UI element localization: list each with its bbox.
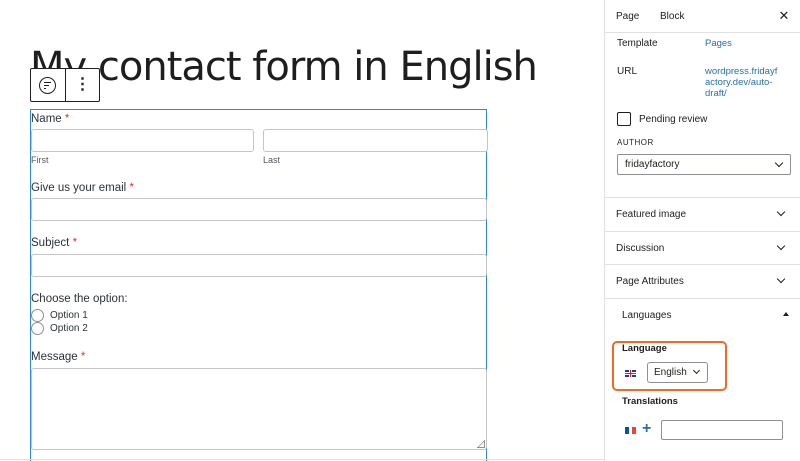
tab-block[interactable]: Block <box>660 0 684 33</box>
french-flag-icon <box>625 427 637 434</box>
language-label: Language <box>622 343 667 354</box>
pending-review-label: Pending review <box>639 114 708 125</box>
radio-option-2[interactable]: Option 2 <box>31 322 88 335</box>
close-icon[interactable]: ✕ <box>776 8 792 24</box>
last-sublabel: Last <box>263 155 281 165</box>
translation-search-input[interactable] <box>661 420 783 440</box>
choose-option-label: Choose the option: <box>31 293 128 305</box>
email-input[interactable] <box>31 198 487 221</box>
block-options-button[interactable]: ⋮ <box>64 69 99 101</box>
pending-review-checkbox[interactable] <box>617 112 631 126</box>
url-label: URL <box>617 66 638 77</box>
panel-featured-image[interactable]: Featured image <box>605 197 800 231</box>
chevron-down-icon <box>776 241 786 251</box>
resize-grip-icon[interactable] <box>477 440 485 448</box>
add-translation-button[interactable]: + <box>642 421 651 437</box>
required-mark: * <box>72 237 78 249</box>
sidebar-tabs: Page Block ✕ <box>605 0 800 33</box>
required-mark: * <box>80 351 86 363</box>
first-name-input[interactable] <box>31 129 254 152</box>
message-label: Message * <box>31 351 86 363</box>
collapse-arrow-icon[interactable] <box>783 312 789 316</box>
author-select[interactable]: fridayfactory <box>617 154 791 175</box>
template-label: Template <box>617 38 658 49</box>
panel-page-attributes[interactable]: Page Attributes <box>605 264 800 298</box>
required-mark: * <box>64 113 70 125</box>
chevron-down-icon <box>776 207 786 217</box>
block-type-button[interactable] <box>31 69 65 101</box>
language-select[interactable]: English <box>647 362 708 383</box>
settings-sidebar: Page Block ✕ Template Pages URL wordpres… <box>604 0 800 461</box>
uk-flag-icon <box>625 370 636 377</box>
name-label: Name * <box>31 113 70 125</box>
template-value-link[interactable]: Pages <box>705 38 732 49</box>
radio-option-1[interactable]: Option 1 <box>31 309 88 322</box>
tab-page[interactable]: Page <box>616 0 639 33</box>
block-toolbar: ⋮ <box>30 68 100 102</box>
languages-panel-title[interactable]: Languages <box>622 299 672 332</box>
required-mark: * <box>129 182 134 194</box>
kebab-icon: ⋮ <box>74 76 91 93</box>
divider <box>0 459 604 460</box>
chevron-down-icon <box>774 158 784 168</box>
forms-icon <box>39 76 57 94</box>
translations-label: Translations <box>622 396 678 407</box>
subject-input[interactable] <box>31 254 487 277</box>
first-sublabel: First <box>31 155 49 165</box>
subject-label: Subject * <box>31 237 78 249</box>
chevron-down-icon <box>776 274 786 284</box>
chevron-down-icon <box>692 366 701 375</box>
panel-languages: Languages Language English Translations … <box>605 298 800 461</box>
email-label: Give us your email * <box>31 182 134 194</box>
page-title[interactable]: My contact form in English <box>30 44 538 90</box>
last-name-input[interactable] <box>263 129 488 152</box>
contact-form-block[interactable]: Name * First Last Give us your email * S… <box>30 109 488 461</box>
panel-discussion[interactable]: Discussion <box>605 231 800 265</box>
radio-button[interactable] <box>31 309 44 322</box>
message-textarea[interactable] <box>31 368 487 450</box>
author-label: AUTHOR <box>617 138 654 147</box>
editor-canvas: My contact form in English ⋮ Name * Firs… <box>0 0 604 461</box>
radio-button[interactable] <box>31 322 44 335</box>
